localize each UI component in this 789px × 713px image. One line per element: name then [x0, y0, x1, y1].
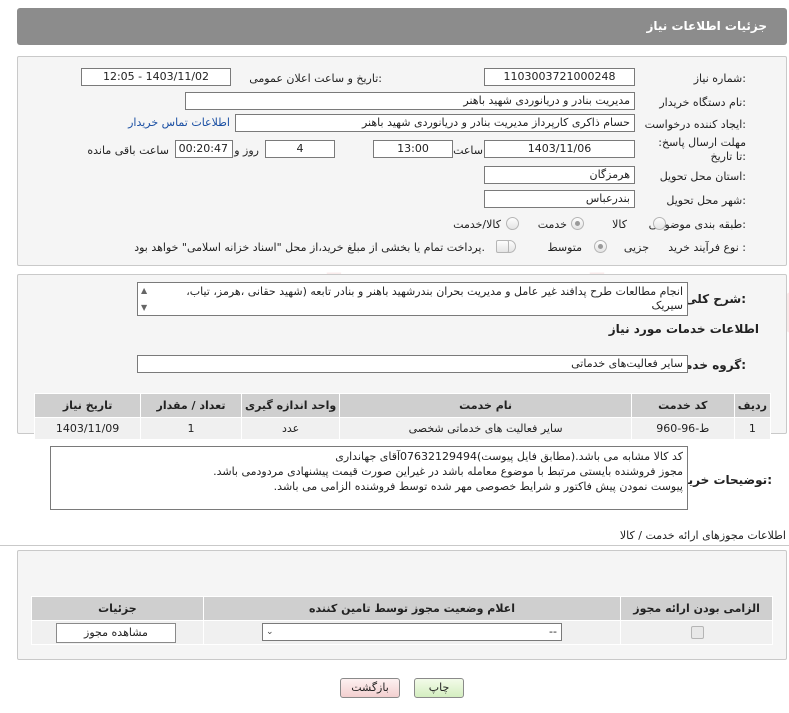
remaining-time-field[interactable]: 00:20:47 — [175, 140, 233, 158]
cell-service-name: سایر فعالیت های خدماتی شخصی — [339, 417, 632, 440]
permit-required-checkbox — [691, 626, 704, 639]
process-option-medium: متوسط — [547, 241, 582, 254]
city-field[interactable]: بندرعباس — [484, 190, 635, 208]
permits-divider — [0, 545, 789, 546]
back-button[interactable]: بازگشت — [340, 678, 400, 698]
col-unit: واحد اندازه گیری — [240, 393, 341, 418]
col-permit-required: الزامی بودن ارائه مجوز — [620, 596, 773, 621]
buyer-notes-line-1: کد کالا مشابه می باشد.(مطابق فایل پیوست)… — [335, 450, 683, 463]
buyer-org-label: نام دستگاه خریدار: — [659, 96, 746, 109]
city-label: شهر محل تحویل: — [666, 194, 746, 207]
remaining-label: ساعت باقی مانده — [87, 144, 169, 157]
buyer-notes-line-3: پیوست نمودن پیش فاکتور و شرایط خصوصی مهر… — [273, 480, 683, 493]
process-label: نوع فرآیند خرید : — [668, 241, 746, 254]
deadline-date-field[interactable]: 1403/11/06 — [484, 140, 635, 158]
time-label: ساعت — [453, 144, 483, 157]
col-permit-status: اعلام وضعیت مجوز توسط تامین کننده — [202, 596, 622, 621]
cell-quantity: 1 — [140, 417, 242, 440]
category-radio-goods-service[interactable] — [506, 217, 519, 230]
chevron-down-icon: ⌄ — [266, 627, 274, 637]
scroll-down-icon[interactable]: ▼ — [141, 303, 147, 312]
category-option-service: خدمت — [537, 218, 567, 231]
view-permit-button[interactable]: مشاهده مجوز — [56, 623, 176, 643]
description-text: انجام مطالعات طرح پدافند غیر عامل و مدیر… — [186, 285, 683, 312]
cell-row: 1 — [733, 417, 772, 440]
announce-label: تاریخ و ساعت اعلان عمومی: — [249, 72, 382, 85]
deadline-label-text: مهلت ارسال پاسخ: تا تاریخ: — [658, 136, 746, 163]
buyer-notes-box[interactable]: کد کالا مشابه می باشد.(مطابق فایل پیوست)… — [50, 446, 688, 510]
buyer-notes-line-2: مجوز فروشنده بایستی مرتبط با موضوع معامل… — [213, 465, 683, 478]
category-option-goods: کالا — [612, 218, 627, 231]
services-section-title: اطلاعات خدمات مورد نیاز — [608, 322, 759, 336]
days-field[interactable]: 4 — [265, 140, 335, 158]
province-label: استان محل تحویل: — [659, 170, 746, 183]
deadline-label: مهلت ارسال پاسخ: تا تاریخ: — [651, 136, 746, 164]
permit-status-select[interactable]: -- ⌄ — [262, 623, 562, 641]
description-textarea[interactable]: انجام مطالعات طرح پدافند غیر عامل و مدیر… — [137, 282, 688, 316]
cell-need-date: 1403/11/09 — [33, 417, 142, 440]
requester-field[interactable]: حسام ذاکری کارپرداز مدیریت بنادر و دریان… — [235, 114, 635, 132]
cell-service-code: ط-96-960 — [630, 417, 735, 440]
col-quantity: تعداد / مقدار — [140, 393, 242, 418]
announce-field[interactable]: 1403/11/02 - 12:05 — [81, 68, 231, 86]
col-service-code: کد خدمت — [630, 393, 735, 418]
category-option-goods-service: کالا/خدمت — [453, 218, 501, 231]
category-radio-service[interactable] — [571, 217, 584, 230]
cell-unit: عدد — [240, 417, 341, 440]
col-service-name: نام خدمت — [339, 393, 632, 418]
province-field[interactable]: هرمزگان — [484, 166, 635, 184]
process-radio-minor[interactable] — [594, 240, 607, 253]
service-group-field[interactable]: سایر فعالیت‌های خدماتی — [137, 355, 688, 373]
need-number-field[interactable]: 1103003721000248 — [484, 68, 635, 86]
services-table: ردیف کد خدمت نام خدمت واحد اندازه گیری ت… — [33, 393, 772, 440]
table-row: 1 ط-96-960 سایر فعالیت های خدماتی شخصی ع… — [33, 417, 772, 440]
permits-section-title: اطلاعات مجوزهای ارائه خدمت / کالا — [619, 529, 786, 542]
permit-status-value: -- — [549, 625, 557, 638]
page-header: جزئیات اطلاعات نیاز — [17, 8, 787, 45]
contact-link[interactable]: اطلاعات تماس خریدار — [128, 116, 230, 129]
col-row: ردیف — [733, 393, 772, 418]
need-number-label: شماره نیاز: — [693, 72, 746, 85]
print-button[interactable]: چاپ — [414, 678, 464, 698]
treasury-checkbox[interactable] — [496, 240, 509, 253]
payment-note: پرداخت تمام یا بخشی از مبلغ خرید،از محل … — [134, 241, 485, 254]
requester-label: ایجاد کننده درخواست: — [644, 118, 746, 131]
process-option-minor: جزیی — [623, 241, 649, 254]
page-title: جزئیات اطلاعات نیاز — [646, 19, 767, 33]
deadline-time-field[interactable]: 13:00 — [373, 140, 453, 158]
category-radio-goods[interactable] — [653, 217, 666, 230]
permits-table-header: الزامی بودن ارائه مجوز اعلام وضعیت مجوز … — [31, 596, 773, 621]
scroll-up-icon[interactable]: ▲ — [141, 286, 147, 295]
buyer-org-field[interactable]: مدیریت بنادر و دریانوردی شهید باهنر — [185, 92, 635, 110]
col-permit-details: جزئیات — [31, 596, 204, 621]
services-table-header: ردیف کد خدمت نام خدمت واحد اندازه گیری ت… — [33, 393, 772, 418]
days-label: روز و — [234, 144, 259, 157]
col-need-date: تاریخ نیاز — [33, 393, 142, 418]
